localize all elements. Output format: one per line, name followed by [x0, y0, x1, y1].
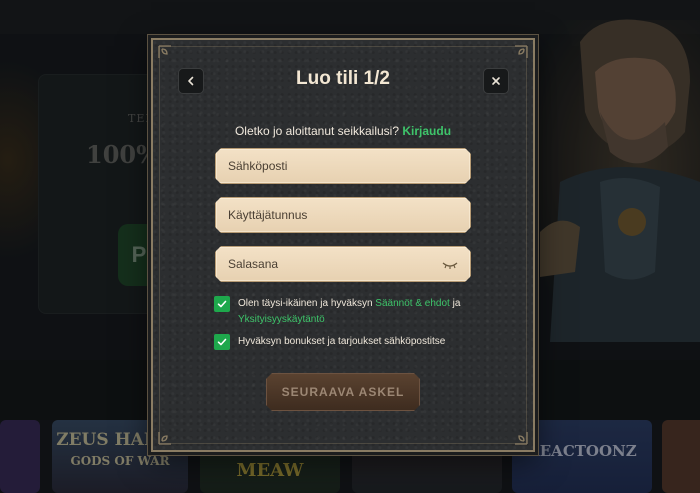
- privacy-policy-link[interactable]: Yksityisyyskäytäntö: [238, 314, 325, 325]
- email-field[interactable]: [216, 149, 470, 183]
- checkmark-icon: [217, 338, 227, 346]
- marketing-label: Hyväksyn bonukset ja tarjoukset sähköpos…: [238, 336, 446, 347]
- terms-link[interactable]: Säännöt & ehdot: [375, 298, 450, 309]
- marketing-consent: Hyväksyn bonukset ja tarjoukset sähköpos…: [214, 334, 478, 350]
- age-terms-checkbox[interactable]: [214, 296, 230, 312]
- corner-ornament-icon: [515, 432, 528, 445]
- password-field-wrapper: [215, 246, 471, 282]
- login-prompt: Oletko jo aloittanut seikkailusi? Kirjau…: [153, 124, 533, 138]
- age-terms-and: ja: [452, 298, 461, 309]
- corner-ornament-icon: [158, 432, 171, 445]
- eye-closed-icon[interactable]: [442, 259, 458, 271]
- age-terms-text: Olen täysi-ikäinen ja hyväksyn: [238, 298, 373, 309]
- next-step-button[interactable]: SEURAAVA ASKEL: [266, 373, 420, 411]
- close-icon: [492, 77, 500, 85]
- age-terms-label: Olen täysi-ikäinen ja hyväksyn Säännöt &…: [238, 296, 478, 328]
- signup-modal: Luo tili 1/2 Oletko jo aloittanut seikka…: [151, 38, 535, 452]
- login-link[interactable]: Kirjaudu: [402, 124, 451, 138]
- corner-ornament-icon: [515, 45, 528, 58]
- username-field[interactable]: [216, 198, 470, 232]
- modal-title: Luo tili 1/2: [296, 68, 390, 89]
- close-button[interactable]: [483, 68, 509, 94]
- login-prompt-text: Oletko jo aloittanut seikkailusi?: [234, 124, 400, 138]
- email-field-wrapper: [215, 148, 471, 184]
- marketing-checkbox[interactable]: [214, 334, 230, 350]
- age-terms-consent: Olen täysi-ikäinen ja hyväksyn Säännöt &…: [214, 296, 478, 328]
- username-field-wrapper: [215, 197, 471, 233]
- password-field[interactable]: [216, 247, 470, 281]
- corner-ornament-icon: [158, 45, 171, 58]
- checkmark-icon: [217, 300, 227, 308]
